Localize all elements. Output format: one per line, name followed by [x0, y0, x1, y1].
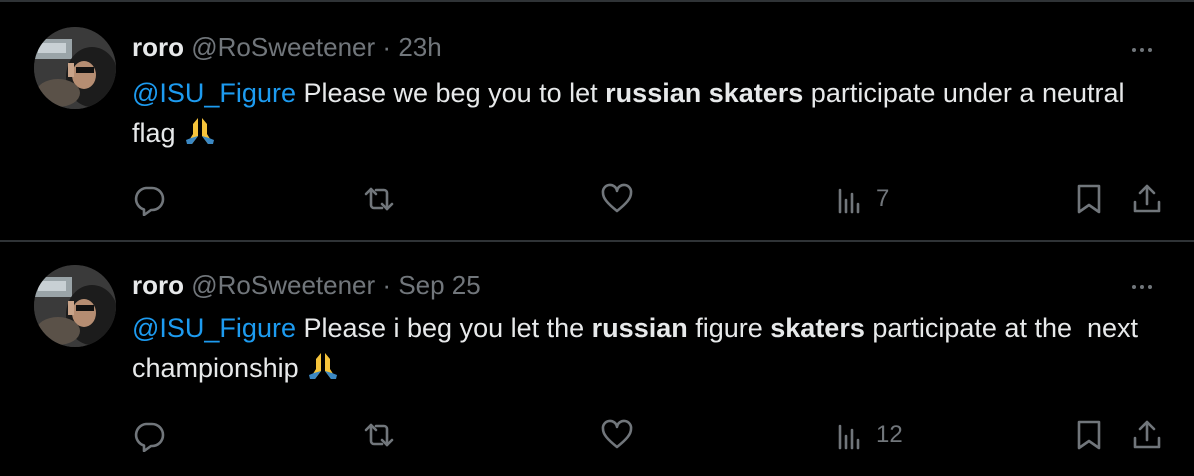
more-dots-icon[interactable]: [1124, 35, 1160, 65]
heart-icon: [601, 183, 633, 213]
reply-button[interactable]: [132, 415, 166, 455]
bookmark-icon: [1077, 184, 1101, 214]
display-name[interactable]: roro: [132, 270, 184, 300]
bold-text: skaters: [770, 313, 865, 343]
avatar[interactable]: [34, 265, 116, 347]
share-button[interactable]: [1130, 179, 1164, 219]
retweet-button[interactable]: [362, 179, 396, 219]
share-button[interactable]: [1130, 415, 1164, 455]
share-icon: [1133, 420, 1161, 449]
separator: ·: [382, 32, 392, 62]
text-segment: figure: [687, 313, 771, 343]
mention-link[interactable]: @ISU_Figure: [132, 78, 296, 108]
views-count: 7: [876, 185, 890, 212]
reply-icon: [134, 422, 165, 452]
retweet-icon: [364, 187, 394, 211]
display-name[interactable]: roro: [132, 32, 184, 62]
tweet[interactable]: roro @RoSweetener · 23h @ISU_Figure Plea…: [0, 2, 1194, 242]
like-button[interactable]: [600, 415, 634, 455]
tweet-header: roro @RoSweetener · Sep 25: [132, 268, 481, 302]
timestamp[interactable]: Sep 25: [398, 270, 480, 300]
folded-hands-emoji: [306, 349, 340, 394]
reply-icon: [134, 186, 165, 216]
like-button[interactable]: [600, 179, 634, 219]
tweet[interactable]: roro @RoSweetener · Sep 25 @ISU_Figure P…: [0, 242, 1194, 476]
bookmark-button[interactable]: [1072, 179, 1106, 219]
tweet-text: @ISU_Figure Please we beg you to let rus…: [132, 73, 1152, 159]
views-chart-icon: [838, 188, 860, 214]
reply-button[interactable]: [132, 179, 166, 219]
views-button[interactable]: 7: [834, 179, 889, 219]
views-chart-icon: [838, 424, 860, 450]
more-dots-icon[interactable]: [1124, 272, 1160, 302]
retweet-icon: [364, 423, 394, 447]
heart-icon: [601, 419, 633, 449]
text-segment: Please i beg you let the: [295, 313, 592, 343]
tweet-text: @ISU_Figure Please i beg you let the rus…: [132, 308, 1152, 394]
action-bar: 12: [0, 415, 1194, 455]
bookmark-button[interactable]: [1072, 415, 1106, 455]
bookmark-icon: [1077, 420, 1101, 450]
tweet-header: roro @RoSweetener · 23h: [132, 30, 442, 64]
user-handle[interactable]: @RoSweetener: [191, 32, 375, 62]
retweet-button[interactable]: [362, 415, 396, 455]
bold-text: russian skaters: [605, 78, 804, 108]
mention-link[interactable]: @ISU_Figure: [132, 313, 296, 343]
bold-text: russian: [591, 313, 688, 343]
views-count: 12: [876, 421, 903, 448]
timestamp[interactable]: 23h: [398, 32, 441, 62]
views-button[interactable]: 12: [834, 415, 903, 455]
text-segment: Please we beg you to let: [295, 78, 606, 108]
action-bar: 7: [0, 179, 1194, 219]
folded-hands-emoji: [183, 114, 217, 159]
share-icon: [1133, 184, 1161, 213]
separator: ·: [382, 270, 392, 300]
user-handle[interactable]: @RoSweetener: [191, 270, 375, 300]
avatar[interactable]: [34, 27, 116, 109]
